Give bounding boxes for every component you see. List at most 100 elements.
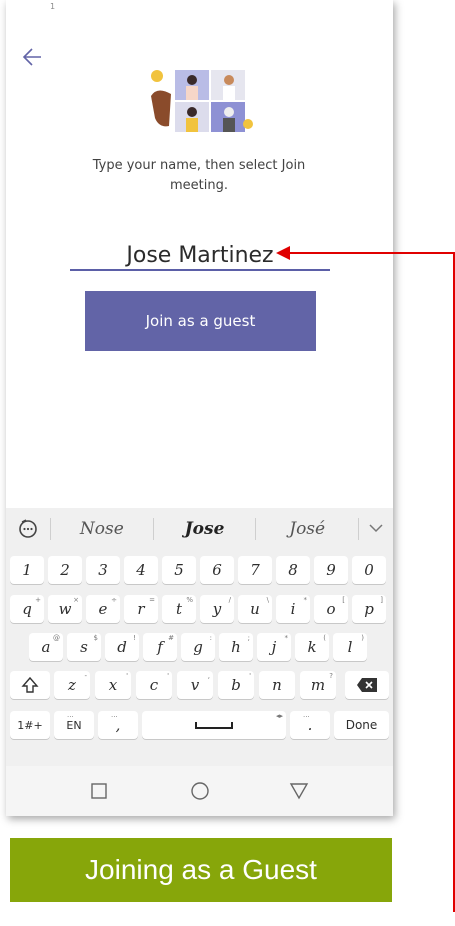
chevron-down-icon[interactable] xyxy=(359,521,393,537)
more-dots-hint: ··· xyxy=(67,713,74,721)
key-label: y xyxy=(212,600,222,618)
back-arrow-icon[interactable] xyxy=(20,44,46,70)
key-p[interactable]: p] xyxy=(352,595,386,623)
join-as-guest-button[interactable]: Join as a guest xyxy=(85,291,316,351)
key-j[interactable]: j * xyxy=(257,633,291,661)
key-r[interactable]: r = xyxy=(124,595,158,623)
guest-name-input[interactable] xyxy=(70,241,330,271)
key-f[interactable]: f # xyxy=(143,633,177,661)
key-s[interactable]: s $ xyxy=(67,633,101,661)
key-d[interactable]: d! xyxy=(105,633,139,661)
key-hint: ) xyxy=(361,634,364,642)
key-hint: # xyxy=(168,634,174,642)
instruction-line-2: meeting. xyxy=(170,178,228,193)
language-key[interactable]: EN ··· xyxy=(54,711,94,739)
key-k[interactable]: k( xyxy=(295,633,329,661)
cursor-move-icon: ◂▸ xyxy=(275,712,283,720)
home-icon[interactable] xyxy=(187,778,213,804)
key-hint: ? xyxy=(329,672,333,680)
key-4[interactable]: 4 xyxy=(124,556,158,584)
comma-key[interactable]: , ··· xyxy=(98,711,138,739)
phone-screen: 1 Type your name, then select Join meeti… xyxy=(6,0,393,816)
key-hint: ' xyxy=(249,672,251,680)
key-c[interactable]: c ' xyxy=(136,671,172,699)
key-b[interactable]: b ' xyxy=(218,671,254,699)
key-label: b xyxy=(231,676,241,694)
key-hint: \ xyxy=(266,596,269,604)
status-text: 1 xyxy=(50,2,56,11)
key-label: k xyxy=(307,638,317,656)
key-label: r xyxy=(137,600,145,618)
back-triangle-icon[interactable] xyxy=(286,778,312,804)
key-0[interactable]: 0 xyxy=(352,556,386,584)
onscreen-keyboard: Nose Jose José 1234567890 q + w × e ÷ r = t% y / u \… xyxy=(6,508,393,766)
keyboard-row-3: z - x ' c ' v, b ' n m? xyxy=(6,671,393,701)
keyboard-row-2: a @ s $ d! f # g: h; j * k(l) xyxy=(6,633,393,663)
key-t[interactable]: t% xyxy=(162,595,196,623)
key-3[interactable]: 3 xyxy=(86,556,120,584)
recent-apps-icon[interactable] xyxy=(86,778,112,804)
instruction-line-1: Type your name, then select Join xyxy=(92,158,306,173)
key-label: s xyxy=(80,638,88,656)
key-g[interactable]: g: xyxy=(181,633,215,661)
key-label: z xyxy=(68,676,76,694)
suggestion-3[interactable]: José xyxy=(256,519,358,539)
caption-banner: Joining as a Guest xyxy=(10,838,392,902)
key-z[interactable]: z- xyxy=(54,671,90,699)
key-a[interactable]: a @ xyxy=(29,633,63,661)
key-hint: : xyxy=(209,634,212,642)
key-label: 9 xyxy=(326,561,336,579)
key-6[interactable]: 6 xyxy=(200,556,234,584)
space-bar[interactable]: ◂▸ xyxy=(142,711,286,739)
key-label: u xyxy=(250,600,260,618)
key-label: w xyxy=(58,600,72,618)
suggestion-1[interactable]: Nose xyxy=(51,519,153,539)
key-h[interactable]: h; xyxy=(219,633,253,661)
key-hint: * xyxy=(303,596,308,604)
key-label: 4 xyxy=(136,561,146,579)
key-1[interactable]: 1 xyxy=(10,556,44,584)
key-label: 0 xyxy=(364,561,374,579)
key-x[interactable]: x ' xyxy=(95,671,131,699)
key-hint: / xyxy=(228,596,231,604)
key-w[interactable]: w × xyxy=(48,595,82,623)
more-dots-hint: ··· xyxy=(303,713,310,721)
key-7[interactable]: 7 xyxy=(238,556,272,584)
shift-key[interactable] xyxy=(10,671,50,699)
key-i[interactable]: i * xyxy=(276,595,310,623)
key-hint: + xyxy=(35,596,41,604)
key-y[interactable]: y / xyxy=(200,595,234,623)
key-label: j xyxy=(271,638,277,656)
period-key[interactable]: . ··· xyxy=(290,711,330,739)
suggestion-bar: Nose Jose José xyxy=(6,508,393,550)
key-hint: ' xyxy=(126,672,128,680)
key-9[interactable]: 9 xyxy=(314,556,348,584)
keyboard-settings-icon[interactable] xyxy=(6,508,50,550)
key-hint: ÷ xyxy=(111,596,117,604)
keyboard-bottom-row: 1#+ EN ··· , ··· ◂▸ . ··· Done xyxy=(6,711,393,741)
key-hint: $ xyxy=(93,634,98,642)
key-label: i xyxy=(290,600,296,618)
suggestion-2[interactable]: Jose xyxy=(154,519,256,539)
key-5[interactable]: 5 xyxy=(162,556,196,584)
key-label: p xyxy=(364,600,374,618)
key-label: h xyxy=(231,638,241,656)
key-v[interactable]: v, xyxy=(177,671,213,699)
key-q[interactable]: q + xyxy=(10,595,44,623)
backspace-key[interactable] xyxy=(345,671,389,699)
key-o[interactable]: o[ xyxy=(314,595,348,623)
key-2[interactable]: 2 xyxy=(48,556,82,584)
key-hint: × xyxy=(73,596,79,604)
key-label: e xyxy=(98,600,108,618)
key-n[interactable]: n xyxy=(259,671,295,699)
symbols-key[interactable]: 1#+ xyxy=(10,711,50,739)
key-hint: % xyxy=(186,596,193,604)
key-l[interactable]: l) xyxy=(333,633,367,661)
key-hint: - xyxy=(84,672,87,680)
key-e[interactable]: e ÷ xyxy=(86,595,120,623)
key-m[interactable]: m? xyxy=(300,671,336,699)
key-u[interactable]: u \ xyxy=(238,595,272,623)
key-hint: , xyxy=(207,672,210,680)
key-8[interactable]: 8 xyxy=(276,556,310,584)
done-key[interactable]: Done xyxy=(334,711,389,739)
